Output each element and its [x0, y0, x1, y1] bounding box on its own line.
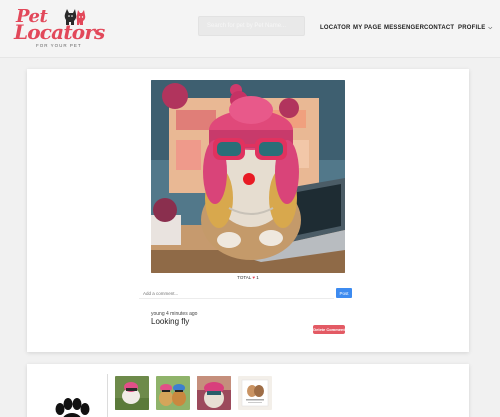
divider [107, 374, 108, 417]
gallery-thumb-4[interactable] [238, 376, 272, 410]
thumb-image-3 [197, 376, 231, 410]
comment-input[interactable] [139, 288, 334, 299]
nav-profile-label: PROFILE [458, 25, 486, 31]
likes-number: 1 [256, 275, 259, 280]
gallery-thumb-3[interactable] [197, 376, 231, 410]
nav-messenger[interactable]: MESSENGER [384, 25, 424, 31]
likes-label: TOTAL [237, 275, 252, 280]
gallery-thumb-2[interactable] [156, 376, 190, 410]
nav-my-page[interactable]: MY PAGE [353, 25, 382, 31]
thumb-image-4 [238, 376, 272, 410]
search-input[interactable]: Search for pet by Pet Name... [198, 16, 305, 36]
dog-photo [151, 80, 345, 273]
post-card: TOTAL ♥ 1 Post young 4 minutes ago Looki… [27, 69, 469, 352]
heart-icon[interactable]: ♥ [252, 275, 255, 280]
nav-locator[interactable]: LOCATOR [320, 25, 351, 31]
logo-tagline: FOR YOUR PET [36, 43, 82, 48]
post-comment-button[interactable]: Post [336, 288, 352, 298]
thumb-image-1 [115, 376, 149, 410]
nav-contact[interactable]: CONTACT [424, 25, 454, 31]
gallery-thumb-1[interactable] [115, 376, 149, 410]
nav-profile[interactable]: PROFILE ⌵ [458, 25, 492, 31]
like-count: TOTAL ♥ 1 [27, 275, 469, 280]
site-header: Pet Locators FOR YOUR PET Search for pet… [0, 0, 500, 58]
paw-icon [55, 398, 90, 417]
post-image[interactable] [151, 80, 345, 273]
site-logo[interactable]: Pet Locators FOR YOUR PET [14, 6, 105, 50]
thumb-image-2 [156, 376, 190, 410]
comment-text: Looking fly [151, 317, 190, 326]
chevron-down-icon: ⌵ [488, 25, 493, 31]
logo-title-locators: Locators [14, 20, 105, 44]
profile-gallery-card [27, 364, 469, 417]
delete-comment-button[interactable]: Delete Comment [313, 325, 345, 334]
